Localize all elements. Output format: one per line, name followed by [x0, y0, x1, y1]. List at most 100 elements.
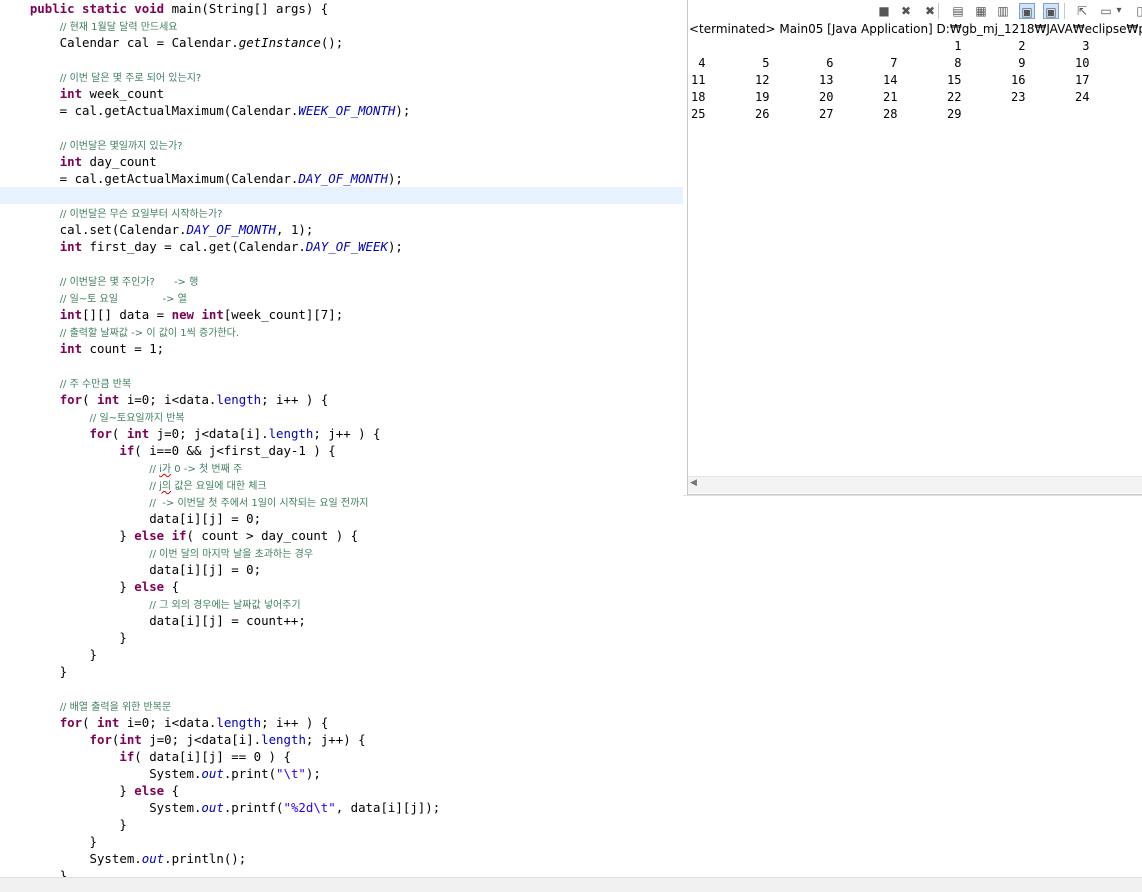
console-horizontal-scrollbar[interactable]: ◀	[688, 476, 1142, 493]
open-console-icon[interactable]: ◫	[1134, 3, 1142, 19]
console-output-cell: 7	[890, 56, 898, 70]
code-line[interactable]	[0, 255, 683, 272]
code-line[interactable]: }	[0, 663, 683, 680]
code-line[interactable]: cal.set(Calendar.DAY_OF_MONTH, 1);	[0, 221, 683, 238]
code-line[interactable]: System.out.printf("%2d\t", data[i][j]);	[0, 799, 683, 816]
code-line[interactable]: System.out.print("\t");	[0, 765, 683, 782]
empty-panel	[683, 495, 1142, 876]
code-token: Calendar	[0, 35, 127, 50]
word-wrap-icon[interactable]: ▥	[995, 3, 1011, 19]
code-token: ( i==0 && j<first_day-1 ) {	[134, 443, 336, 458]
code-line[interactable]: // 출력할 날짜값 -> 이 값이 1씩 증가한다.	[0, 323, 683, 340]
code-token: ( data[i][j] == 0 ) {	[134, 749, 291, 764]
code-token: out	[201, 800, 224, 815]
code-token: // 현재 1월달 달력 만드세요	[59, 22, 178, 33]
code-line[interactable]: // -> 이번달 첫 주에서 1일이 시작되는 요일 전까지	[0, 493, 683, 510]
console-view[interactable]: ■ ✖ ✖ ▤ ▦ ▥ ▣ ▣ ⇱ ▭▾ ◫ <terminated> Main05 [Java A…	[687, 0, 1142, 495]
code-line[interactable]: } else {	[0, 782, 683, 799]
code-line[interactable]	[0, 119, 683, 136]
code-token: for	[59, 715, 83, 730]
code-line[interactable]: for( int j=0; j<data[i].length; j++ ) {	[0, 425, 683, 442]
code-token: = cal.getActualMaximum(Calendar.	[0, 103, 299, 118]
display-console-icon[interactable]: ▭	[1098, 3, 1114, 19]
code-line[interactable]: data[i][j] = count++;	[0, 612, 683, 629]
code-line[interactable]: int[][] data = new int[week_count][7];	[0, 306, 683, 323]
code-token: i=0; i<data.	[119, 392, 217, 407]
code-line[interactable]: Calendar cal = Calendar.getInstance();	[0, 34, 683, 51]
console-output-cell: 5	[762, 56, 770, 70]
show-on-stdout-icon[interactable]: ▣	[1019, 3, 1035, 19]
code-line[interactable]: data[i][j] = 0;	[0, 510, 683, 527]
code-line[interactable]: // 이번 달은 몇 주로 되어 있는지?	[0, 68, 683, 85]
editor-horizontal-scrollbar[interactable]	[0, 877, 1142, 892]
code-line[interactable]: if( data[i][j] == 0 ) {	[0, 748, 683, 765]
code-line[interactable]: } else {	[0, 578, 683, 595]
code-line[interactable]: }	[0, 629, 683, 646]
code-line[interactable]: }	[0, 816, 683, 833]
console-output-cell: 1	[954, 39, 962, 53]
code-line[interactable]: // 이번달은 몇일까지 있는가?	[0, 136, 683, 153]
code-line[interactable]: int first_day = cal.get(Calendar.DAY_OF_…	[0, 238, 683, 255]
code-line[interactable]	[0, 51, 683, 68]
code-line[interactable]	[0, 187, 683, 204]
console-output-cell: 11	[691, 73, 706, 87]
code-line[interactable]: // 현재 1월달 달력 만드세요	[0, 17, 683, 34]
code-line[interactable]: if( i==0 && j<first_day-1 ) {	[0, 442, 683, 459]
console-output-cell: 14	[883, 73, 898, 87]
code-token: //	[149, 481, 160, 492]
code-line[interactable]: }	[0, 646, 683, 663]
code-line[interactable]: // 이번달은 무슨 요일부터 시작하는가?	[0, 204, 683, 221]
code-line[interactable]: }	[0, 833, 683, 850]
scroll-left-icon[interactable]: ◀	[690, 478, 697, 488]
code-token: System.	[0, 851, 142, 866]
console-output-cell: 19	[755, 90, 770, 104]
code-line[interactable]: for( int i=0; i<data.length; i++ ) {	[0, 714, 683, 731]
code-line[interactable]	[0, 680, 683, 697]
code-token: // 일~토 요일 -> 열	[59, 294, 187, 305]
scroll-lock-icon[interactable]: ▦	[973, 3, 989, 19]
code-line[interactable]: int count = 1;	[0, 340, 683, 357]
clear-console-icon[interactable]: ▤	[950, 3, 966, 19]
code-token: = Calendar.	[149, 35, 239, 50]
code-line[interactable]: for(int j=0; j<data[i].length; j++) {	[0, 731, 683, 748]
dropdown-icon[interactable]: ▾	[1114, 3, 1124, 19]
code-token: public static void	[29, 1, 165, 16]
code-line[interactable]: = cal.getActualMaximum(Calendar.WEEK_OF_…	[0, 102, 683, 119]
code-line[interactable]: // 이번 달의 마지막 날을 초과하는 경우	[0, 544, 683, 561]
code-token: length	[216, 392, 262, 407]
code-token: , data[i][j]);	[335, 800, 441, 815]
code-line[interactable]: for( int i=0; i<data.length; i++ ) {	[0, 391, 683, 408]
code-line[interactable]: // 그 외의 경우에는 날짜값 넣어주기	[0, 595, 683, 612]
code-line[interactable]: int week_count	[0, 85, 683, 102]
code-token: // 출력할 날짜값 -> 이 값이 1씩 증가한다.	[59, 328, 240, 339]
remove-launch-icon[interactable]: ✖	[898, 3, 914, 19]
code-line[interactable]: // 일~토요일까지 반복	[0, 408, 683, 425]
code-token: }	[0, 664, 68, 679]
code-line[interactable]: // i가 0 -> 첫 번째 주	[0, 459, 683, 476]
code-line[interactable]: } else if( count > day_count ) {	[0, 527, 683, 544]
code-line[interactable]: System.out.println();	[0, 850, 683, 867]
code-editor[interactable]: public static void main(String[] args) {…	[0, 0, 683, 891]
code-line[interactable]	[0, 357, 683, 374]
code-line[interactable]: // j의 값은 요일에 대한 체크	[0, 476, 683, 493]
pin-console-icon[interactable]: ⇱	[1074, 3, 1090, 19]
code-line[interactable]: // 배열 출력을 위한 반복문	[0, 697, 683, 714]
code-line[interactable]: public static void main(String[] args) {	[0, 0, 683, 17]
console-output-cell: 27	[819, 107, 834, 121]
remove-all-terminated-icon[interactable]: ✖	[922, 3, 938, 19]
code-line[interactable]: // 일~토 요일 -> 열	[0, 289, 683, 306]
code-line[interactable]: // 주 수만큼 반복	[0, 374, 683, 391]
code-token: }	[0, 783, 135, 798]
show-on-stderr-icon[interactable]: ▣	[1043, 3, 1059, 19]
code-line[interactable]: data[i][j] = 0;	[0, 561, 683, 578]
code-line[interactable]: = cal.getActualMaximum(Calendar.DAY_OF_M…	[0, 170, 683, 187]
code-line[interactable]: int day_count	[0, 153, 683, 170]
code-line[interactable]: // 이번달은 몇 주인가? -> 행	[0, 272, 683, 289]
code-token: );	[387, 171, 403, 186]
terminate-icon[interactable]: ■	[876, 3, 892, 19]
